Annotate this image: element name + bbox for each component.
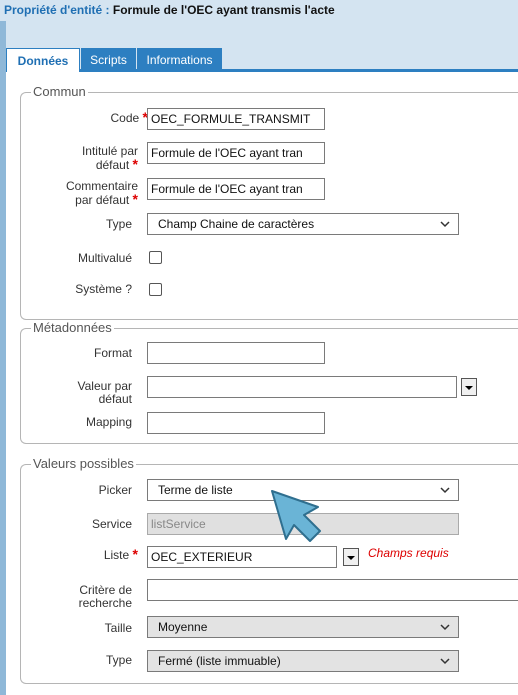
type-possible-select[interactable]: Fermé (liste immuable) [147,650,459,672]
tab-scripts[interactable]: Scripts [81,48,136,72]
liste-required-message: Champs requis [368,546,449,560]
type-select-value: Champ Chaine de caractères [158,217,315,231]
valeur-dropdown-button[interactable] [461,378,477,396]
taille-label: Taille [104,621,132,635]
valeur-label: Valeur par défaut [77,379,132,406]
mouse-pointer-icon [271,490,321,542]
window-title: Propriété d'entité : Formule de l'OEC ay… [0,0,518,21]
systeme-label: Système ? [75,282,132,296]
liste-label: Liste * [103,546,138,562]
picker-select-value: Terme de liste [158,483,233,497]
liste-dropdown-button[interactable] [343,548,359,566]
title-value: Formule de l'OEC ayant transmis l'acte [112,3,335,17]
type-possible-label: Type [105,653,132,667]
multivalue-label: Multivalué [77,251,132,265]
critere-label: Critère de recherche [78,583,132,610]
legend-metadonnees: Métadonnées [31,320,114,336]
picker-label: Picker [98,483,132,497]
tab-informations[interactable]: Informations [137,48,222,72]
type-possible-select-value: Fermé (liste immuable) [158,654,281,668]
commentaire-label: Commentaire par défaut * [65,179,138,207]
legend-valeurs: Valeurs possibles [31,456,136,472]
tab-donnees[interactable]: Données [6,48,80,73]
format-input[interactable] [147,342,325,364]
format-label: Format [93,346,132,360]
title-label: Propriété d'entité : [4,3,110,17]
valeur-input[interactable] [147,376,457,398]
liste-input[interactable]: OEC_EXTERIEUR [147,546,337,568]
intitule-label: Intitulé par défaut * [81,144,138,172]
taille-select-value: Moyenne [158,620,208,634]
multivalue-checkbox[interactable] [149,251,162,264]
service-label: Service [91,517,132,531]
critere-input[interactable] [147,579,518,601]
code-input[interactable]: OEC_FORMULE_TRANSMIT [147,108,325,130]
legend-commun: Commun [31,84,88,100]
type-select[interactable]: Champ Chaine de caractères [147,213,459,235]
commentaire-input[interactable]: Formule de l'OEC ayant tran [147,178,325,200]
systeme-checkbox[interactable] [149,283,162,296]
tab-bar: Données Scripts Informations [6,44,518,73]
type-label: Type [105,217,132,231]
tab-panel: Commun Code * OEC_FORMULE_TRANSMIT Intit… [6,72,518,695]
chevron-down-icon [440,658,450,665]
taille-select[interactable]: Moyenne [147,616,459,638]
intitule-input[interactable]: Formule de l'OEC ayant tran [147,142,325,164]
chevron-down-icon [440,487,450,494]
mapping-input[interactable] [147,412,325,434]
chevron-down-icon [440,624,450,631]
mapping-label: Mapping [85,415,132,429]
code-label: Code * [110,109,148,125]
chevron-down-icon [440,221,450,228]
